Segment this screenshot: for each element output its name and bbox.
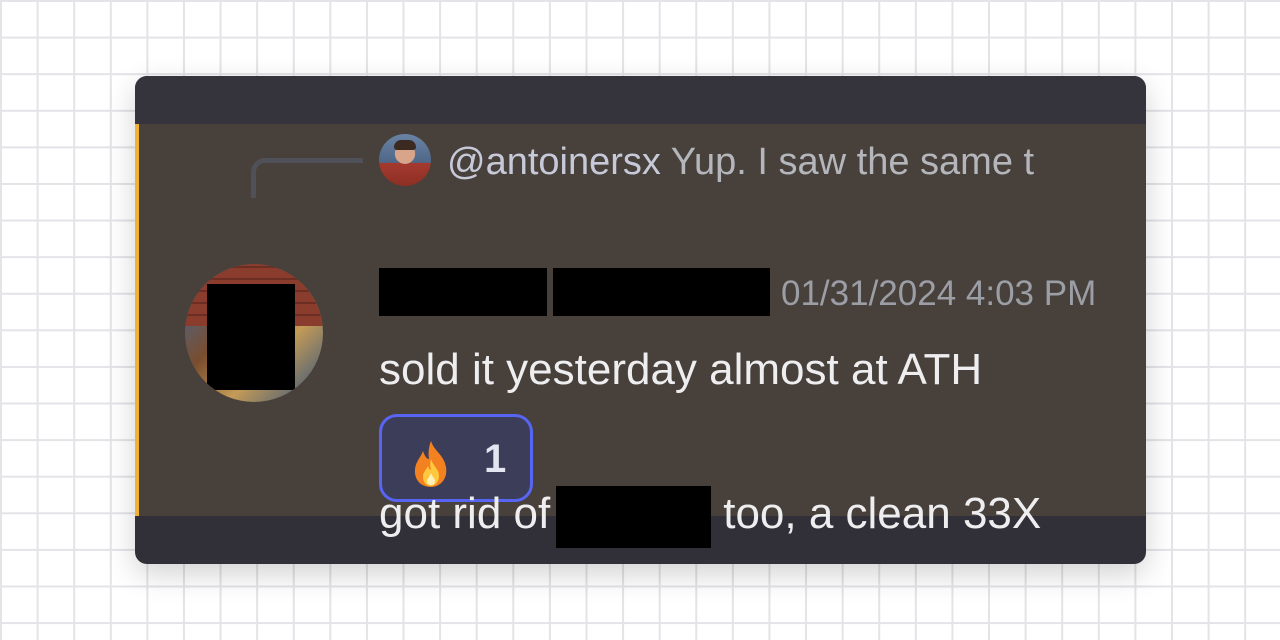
- author-avatar[interactable]: [185, 264, 323, 402]
- avatar-hair-shape: [394, 140, 416, 150]
- mention-highlight-bar: [135, 124, 139, 516]
- previous-message-strip: [135, 76, 1146, 124]
- next-message-content: got rid of too, a clean 33X: [379, 486, 1041, 548]
- message-content: sold it yesterday almost at ATH: [379, 345, 983, 394]
- author-name-redaction-second: [553, 268, 770, 316]
- reply-connector: [251, 158, 363, 198]
- flame-icon: [414, 441, 447, 487]
- reply-author-avatar[interactable]: [379, 134, 431, 186]
- message-timestamp[interactable]: 01/31/2024 4:03 PM: [781, 272, 1096, 316]
- inline-redaction: [556, 486, 712, 548]
- next-message-text-after: too, a clean 33X: [723, 489, 1042, 538]
- author-name-redaction-first: [379, 268, 547, 316]
- message-card: @antoinersx Yup. I saw the same t 01/31/…: [135, 76, 1146, 564]
- avatar-redaction: [207, 284, 295, 390]
- next-message-text-before: got rid of: [379, 489, 551, 538]
- reply-mention[interactable]: @antoinersx: [447, 141, 661, 183]
- highlighted-message[interactable]: @antoinersx Yup. I saw the same t 01/31/…: [135, 124, 1146, 516]
- reply-preview[interactable]: @antoinersx Yup. I saw the same t: [447, 138, 1034, 186]
- reply-preview-text: Yup. I saw the same t: [670, 141, 1035, 183]
- reaction-count: 1: [484, 437, 507, 481]
